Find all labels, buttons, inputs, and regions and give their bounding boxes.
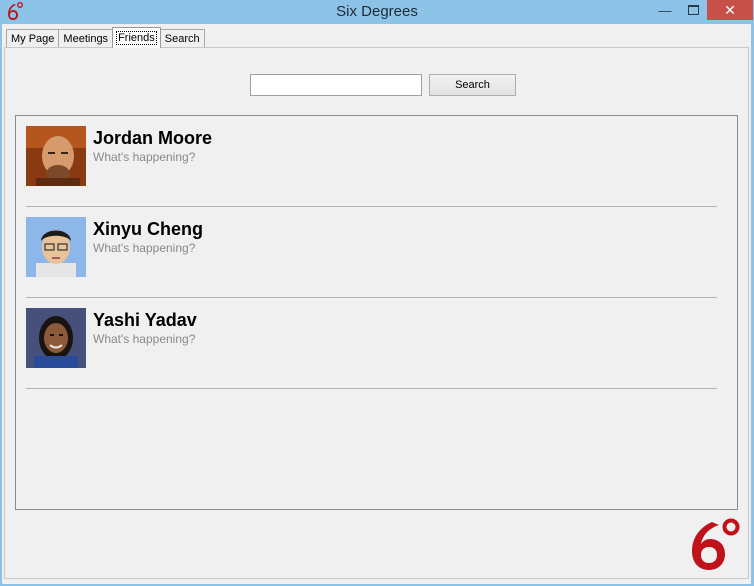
close-button[interactable]: ✕ [707, 0, 753, 20]
minimize-button[interactable]: — [652, 0, 678, 20]
six-degrees-logo [692, 518, 740, 570]
search-input[interactable] [250, 74, 422, 96]
search-button[interactable]: Search [429, 74, 516, 96]
friend-name: Jordan Moore [93, 128, 213, 148]
tab-strip: My Page Meetings Friends Search [6, 27, 205, 48]
title-bar: Six Degrees — ✕ [0, 0, 754, 24]
list-item[interactable]: Yashi Yadav What's happening? [26, 308, 717, 389]
tab-my-page[interactable]: My Page [6, 29, 60, 48]
window-title: Six Degrees [336, 3, 418, 20]
close-icon: ✕ [724, 1, 736, 18]
minimize-icon: — [658, 2, 672, 18]
tab-label: Search [164, 33, 200, 45]
friend-name: Xinyu Cheng [93, 219, 204, 239]
maximize-button[interactable] [680, 0, 706, 20]
list-item[interactable]: Xinyu Cheng What's happening? [26, 217, 717, 298]
avatar [26, 308, 86, 368]
tab-label: Meetings [63, 33, 109, 45]
avatar [26, 126, 86, 186]
friends-list[interactable]: Jordan Moore What's happening? Xinyu Che… [15, 115, 738, 510]
friend-status: What's happening? [93, 150, 196, 164]
friends-tab-page: Search Jordan Moore What's happening? Xi… [4, 47, 749, 579]
list-item[interactable]: Jordan Moore What's happening? [26, 126, 717, 207]
window-client-area: My Page Meetings Friends Search Search J… [2, 24, 751, 584]
tab-search[interactable]: Search [159, 29, 205, 48]
tab-meetings[interactable]: Meetings [58, 29, 114, 48]
friend-status: What's happening? [93, 241, 196, 255]
friend-status: What's happening? [93, 332, 196, 346]
tab-label: Friends [116, 31, 157, 45]
tab-friends[interactable]: Friends [112, 27, 161, 48]
friend-name: Yashi Yadav [93, 310, 197, 330]
avatar [26, 217, 86, 277]
maximize-icon [687, 5, 699, 15]
tab-label: My Page [11, 33, 55, 45]
